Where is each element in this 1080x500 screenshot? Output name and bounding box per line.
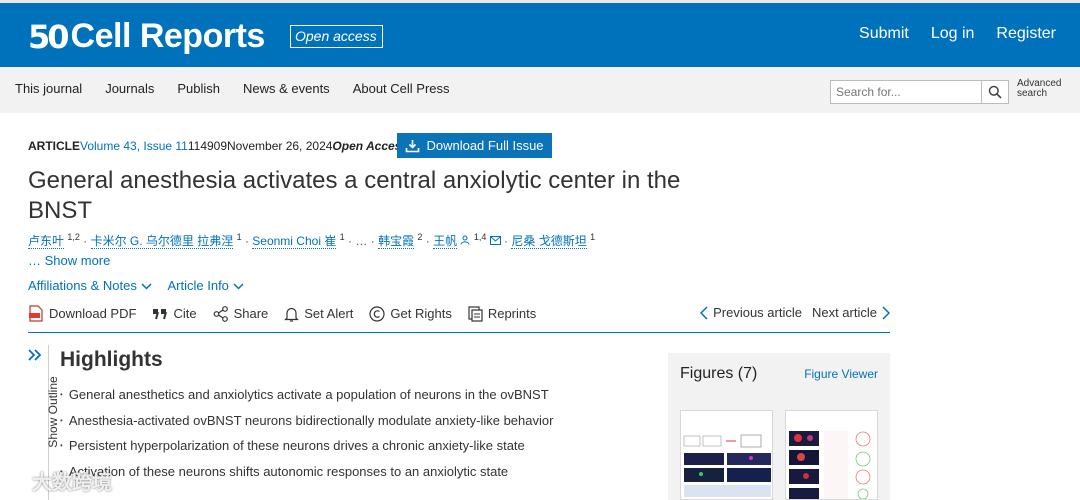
show-outline-toggle[interactable]: Show Outline [46, 372, 60, 452]
nav-about-cell-press[interactable]: About Cell Press [353, 81, 450, 96]
nav-publish[interactable]: Publish [177, 81, 220, 96]
author-ellipsis: … [355, 234, 368, 248]
double-chevron-right-icon [28, 349, 42, 361]
figure-viewer-link[interactable]: Figure Viewer [804, 367, 878, 381]
get-rights-button[interactable]: Get Rights [369, 305, 452, 322]
previous-article-label: Previous article [713, 305, 802, 320]
search-box [830, 80, 1009, 104]
main-nav: This journal Journals Publish News & eve… [0, 67, 1080, 113]
author-affil-sup: 1,2 [67, 232, 80, 242]
share-label: Share [233, 306, 269, 321]
cite-label: Cite [173, 306, 197, 321]
chevron-down-icon [233, 283, 244, 290]
search-icon [988, 85, 1002, 99]
figures-heading: Figures (7) [680, 365, 758, 382]
publication-date: November 26, 2024 [227, 139, 333, 153]
show-more-authors[interactable]: … Show more [28, 253, 110, 268]
nav-news-events[interactable]: News & events [243, 81, 330, 96]
highlights-heading: Highlights [60, 348, 163, 371]
article-info-toggle[interactable]: Article Info [168, 278, 244, 293]
submit-link[interactable]: Submit [859, 25, 909, 43]
person-icon [460, 235, 470, 245]
account-links: Submit Log in Register [859, 25, 1056, 43]
pdf-icon [29, 305, 43, 322]
figure-thumbnail-image [681, 411, 772, 499]
figure-thumbnail[interactable] [785, 410, 878, 500]
download-pdf-label: Download PDF [49, 306, 137, 321]
article-toolbar: Download PDF Cite Share Set Alert Get Ri… [28, 305, 890, 333]
cite-button[interactable]: Cite [152, 306, 197, 321]
copyright-icon [369, 305, 386, 322]
advanced-search-line2: search [1017, 88, 1048, 99]
next-article-link[interactable]: Next article [812, 305, 890, 320]
share-button[interactable]: Share [213, 305, 269, 322]
register-link[interactable]: Register [996, 25, 1056, 43]
article-info-row: Affiliations & Notes Article Info [28, 278, 244, 293]
article-title: General anesthesia activates a central a… [28, 167, 681, 224]
volume-issue-link[interactable]: Volume 43, Issue 11 [80, 139, 188, 153]
chevron-left-icon [700, 305, 708, 320]
figure-thumbnail-image [786, 411, 877, 499]
quote-icon [153, 308, 168, 319]
author-link[interactable]: 卢东叶 [28, 234, 65, 249]
expand-outline-button[interactable] [28, 348, 42, 366]
download-full-issue-label: Download Full Issue [426, 138, 544, 153]
watermark-text: 大数跨境 [32, 472, 112, 494]
highlight-item: General anesthetics and anxiolytics acti… [60, 386, 553, 412]
watermark-logo-icon [8, 472, 26, 487]
nav-journals[interactable]: Journals [105, 81, 154, 96]
watermark: 大数跨境 [6, 466, 112, 495]
open-access-badge: Open access [290, 25, 383, 48]
download-full-issue-button[interactable]: Download Full Issue [397, 133, 552, 158]
chevron-down-icon [140, 283, 152, 290]
author-link[interactable]: 卡米尔 G. 乌尔德里 拉弗涅 [90, 234, 234, 249]
highlight-item: Anesthesia-activated ovBNST neurons bidi… [60, 412, 554, 438]
set-alert-label: Set Alert [304, 306, 354, 321]
author-link[interactable]: Seonmi Choi 崔 [252, 234, 337, 249]
reprints-icon [468, 305, 483, 322]
download-icon [406, 139, 420, 152]
email-icon[interactable] [489, 236, 501, 245]
reprints-button[interactable]: Reprints [468, 305, 537, 322]
figures-panel: Figures (7) Figure Viewer [668, 353, 890, 500]
cell-reports-logo[interactable]: 50 Cell Reports [28, 17, 265, 56]
site-header: 50 Cell Reports Open access Submit Log i… [0, 0, 1080, 67]
get-rights-label: Get Rights [390, 306, 452, 321]
search-input[interactable] [831, 81, 981, 103]
article-type: ARTICLE [28, 139, 80, 153]
affiliations-label: Affiliations & Notes [28, 278, 137, 293]
previous-article-link[interactable]: Previous article [700, 305, 802, 320]
author-affil-sup: 1,4 [473, 232, 487, 242]
author-link[interactable]: 韩宝霞 [378, 234, 415, 249]
reprints-label: Reprints [487, 306, 537, 321]
article-meta: ARTICLE Volume 43, Issue 11 114909 Novem… [28, 139, 408, 153]
highlight-item: Persistent hyperpolarization of these ne… [60, 437, 553, 463]
affiliations-notes-toggle[interactable]: Affiliations & Notes [28, 278, 152, 293]
share-icon [213, 305, 228, 322]
login-link[interactable]: Log in [931, 25, 975, 43]
anniversary-50-mark: 50 [28, 17, 69, 56]
download-pdf-button[interactable]: Download PDF [28, 305, 136, 322]
author-link[interactable]: 王帆 [433, 234, 458, 249]
figure-thumbnail[interactable] [680, 410, 773, 500]
set-alert-button[interactable]: Set Alert [284, 306, 353, 322]
advanced-search-link[interactable]: Advanced search [1017, 79, 1061, 99]
chevron-right-icon [882, 305, 890, 320]
article-number: 114909 [187, 139, 228, 153]
search-button[interactable] [981, 81, 1008, 103]
author-affil-sup: 1 [339, 232, 345, 242]
author-affil-sup: 2 [417, 232, 423, 242]
author-affil-sup: 1 [236, 232, 242, 242]
author-affil-sup: 1 [590, 232, 596, 242]
next-article-label: Next article [811, 305, 877, 320]
highlight-item: Activation of these neurons shifts auton… [60, 463, 553, 489]
author-list: 卢东叶 1,2 · 卡米尔 G. 乌尔德里 拉弗涅 1 · Seonmi Cho… [28, 232, 596, 249]
journal-name: Cell Reports [70, 17, 266, 55]
highlights-list: General anesthetics and anxiolytics acti… [60, 386, 554, 489]
author-link[interactable]: 尼桑 戈德斯坦 [511, 234, 587, 249]
bell-icon [284, 307, 300, 322]
article-info-label: Article Info [167, 278, 229, 293]
nav-this-journal[interactable]: This journal [15, 81, 82, 96]
